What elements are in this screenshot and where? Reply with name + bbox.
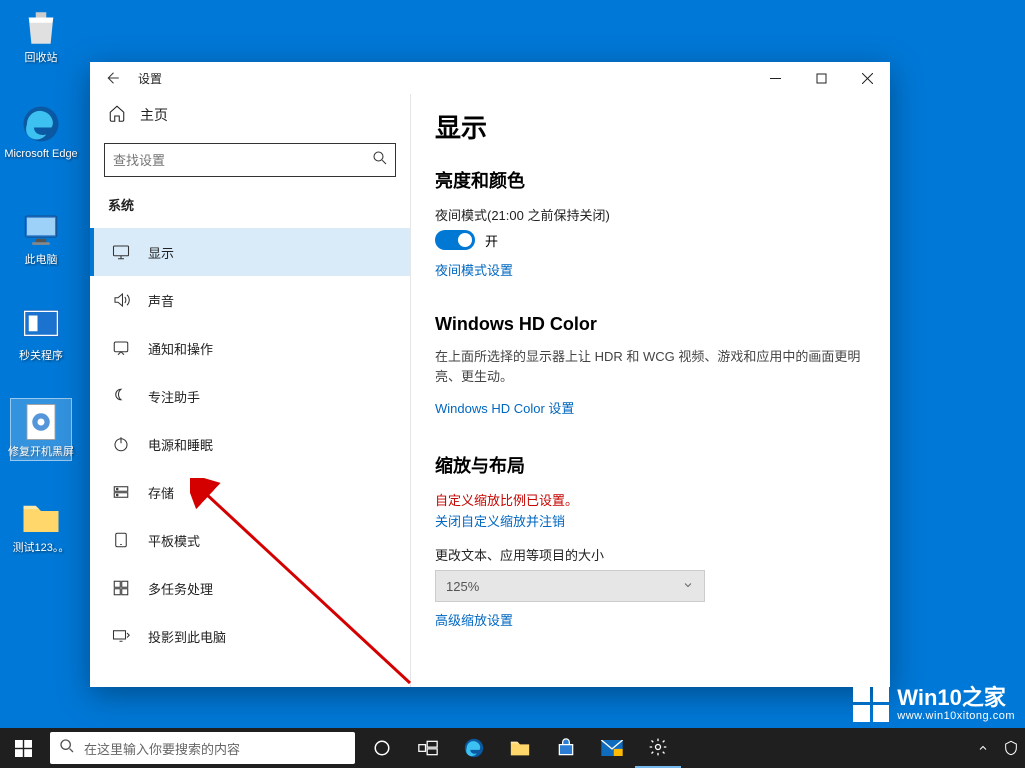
sound-icon bbox=[112, 291, 130, 309]
taskbar-search-placeholder: 在这里输入你要搜索的内容 bbox=[84, 739, 240, 758]
sidebar-item-multitask[interactable]: 多任务处理 bbox=[90, 564, 410, 612]
taskbar-explorer[interactable] bbox=[497, 728, 543, 768]
taskbar[interactable]: 在这里输入你要搜索的内容 bbox=[0, 728, 1025, 768]
display-icon bbox=[112, 243, 130, 261]
sidebar-item-notifications[interactable]: 通知和操作 bbox=[90, 324, 410, 372]
maximize-button[interactable] bbox=[798, 62, 844, 94]
sidebar-item-label: 电源和睡眠 bbox=[148, 435, 213, 454]
brightness-heading: 亮度和颜色 bbox=[435, 167, 866, 193]
desktop-icon-label: 修复开机黑屏 bbox=[2, 446, 80, 459]
sidebar-item-project[interactable]: 投影到此电脑 bbox=[90, 612, 410, 660]
chevron-down-icon bbox=[682, 579, 694, 594]
storage-icon bbox=[112, 483, 130, 501]
windows-logo-icon bbox=[853, 686, 889, 722]
watermark: Win10之家 www.win10xitong.com bbox=[853, 686, 1015, 722]
hdcolor-heading: Windows HD Color bbox=[435, 314, 866, 335]
desktop-icon-label: 回收站 bbox=[2, 52, 80, 65]
desktop-icon-testfolder[interactable]: 测试123。。 bbox=[2, 496, 80, 555]
home-label: 主页 bbox=[140, 105, 168, 125]
tray-security-icon[interactable] bbox=[997, 728, 1025, 768]
edge-icon bbox=[19, 102, 63, 146]
cortana-button[interactable] bbox=[359, 728, 405, 768]
sidebar-item-tablet[interactable]: 平板模式 bbox=[90, 516, 410, 564]
taskbar-edge[interactable] bbox=[451, 728, 497, 768]
scale-dropdown[interactable]: 125% bbox=[435, 570, 705, 602]
close-button[interactable] bbox=[844, 62, 890, 94]
project-icon bbox=[112, 627, 130, 645]
sidebar: 主页 系统 显示 声音 bbox=[90, 94, 410, 687]
search-icon bbox=[50, 738, 84, 759]
toggle-switch[interactable] bbox=[435, 230, 475, 250]
sidebar-item-sound[interactable]: 声音 bbox=[90, 276, 410, 324]
sidebar-item-label: 投影到此电脑 bbox=[148, 627, 226, 646]
this-pc-icon bbox=[19, 208, 63, 252]
scale-heading: 缩放与布局 bbox=[435, 452, 866, 478]
search-icon bbox=[365, 149, 395, 172]
home-link[interactable]: 主页 bbox=[90, 94, 410, 135]
taskbar-settings[interactable] bbox=[635, 728, 681, 768]
watermark-url: www.win10xitong.com bbox=[897, 710, 1015, 722]
taskbar-mail[interactable] bbox=[589, 728, 635, 768]
taskbar-store[interactable] bbox=[543, 728, 589, 768]
start-button[interactable] bbox=[0, 728, 46, 768]
sidebar-item-label: 平板模式 bbox=[148, 531, 200, 550]
sidebar-item-label: 声音 bbox=[148, 291, 174, 310]
page-title: 显示 bbox=[435, 108, 866, 145]
settings-search-input[interactable] bbox=[105, 153, 365, 168]
shutdown-icon bbox=[19, 304, 63, 348]
recycle-bin-icon bbox=[19, 6, 63, 50]
taskbar-search[interactable]: 在这里输入你要搜索的内容 bbox=[50, 732, 355, 764]
scale-change-label: 更改文本、应用等项目的大小 bbox=[435, 545, 866, 564]
notifications-icon bbox=[112, 339, 130, 357]
sidebar-item-label: 多任务处理 bbox=[148, 579, 213, 598]
sidebar-item-label: 通知和操作 bbox=[148, 339, 213, 358]
window-title: 设置 bbox=[138, 70, 162, 87]
settings-search[interactable] bbox=[104, 143, 396, 177]
watermark-title: Win10之家 bbox=[897, 686, 1015, 710]
titlebar[interactable]: 设置 bbox=[90, 62, 890, 94]
toggle-state: 开 bbox=[485, 231, 498, 250]
hdcolor-desc: 在上面所选择的显示器上让 HDR 和 WCG 视频、游戏和应用中的画面更明亮、更… bbox=[435, 347, 866, 386]
desktop-icon-label: Microsoft Edge bbox=[2, 148, 80, 161]
desktop-icon-shutdown[interactable]: 秒关程序 bbox=[2, 304, 80, 363]
system-tray[interactable] bbox=[969, 728, 1025, 768]
scale-value: 125% bbox=[446, 579, 479, 594]
back-button[interactable] bbox=[100, 66, 124, 90]
desktop-icon-label: 秒关程序 bbox=[2, 350, 80, 363]
taskview-button[interactable] bbox=[405, 728, 451, 768]
hdcolor-link[interactable]: Windows HD Color 设置 bbox=[435, 398, 574, 417]
desktop-icon-fixboot[interactable]: 修复开机黑屏 bbox=[2, 400, 80, 459]
advanced-scale-link[interactable]: 高级缩放设置 bbox=[435, 610, 513, 629]
settings-window: 设置 主页 系统 显 bbox=[90, 62, 890, 687]
tablet-icon bbox=[112, 531, 130, 549]
scale-warning: 自定义缩放比例已设置。 bbox=[435, 490, 866, 509]
desktop: 回收站 Microsoft Edge 此电脑 秒关程序 修复开机黑屏 测试123… bbox=[0, 0, 1025, 768]
desktop-icon-edge[interactable]: Microsoft Edge bbox=[2, 102, 80, 161]
night-light-link[interactable]: 夜间模式设置 bbox=[435, 260, 513, 279]
scale-logout-link[interactable]: 关闭自定义缩放并注销 bbox=[435, 511, 565, 530]
sidebar-item-focus[interactable]: 专注助手 bbox=[90, 372, 410, 420]
folder-icon bbox=[19, 496, 63, 540]
desktop-icon-recycle-bin[interactable]: 回收站 bbox=[2, 6, 80, 65]
content-area: 显示 亮度和颜色 夜间模式(21:00 之前保持关闭) 开 夜间模式设置 Win… bbox=[410, 94, 890, 687]
sidebar-item-display[interactable]: 显示 bbox=[90, 228, 410, 276]
power-icon bbox=[112, 435, 130, 453]
fixboot-icon bbox=[19, 400, 63, 444]
sidebar-item-label: 存储 bbox=[148, 483, 174, 502]
night-light-toggle[interactable]: 开 bbox=[435, 230, 866, 250]
sidebar-item-label: 专注助手 bbox=[148, 387, 200, 406]
desktop-icon-label: 此电脑 bbox=[2, 254, 80, 267]
focus-icon bbox=[112, 387, 130, 405]
sidebar-item-storage[interactable]: 存储 bbox=[90, 468, 410, 516]
night-light-label: 夜间模式(21:00 之前保持关闭) bbox=[435, 205, 866, 224]
sidebar-item-power[interactable]: 电源和睡眠 bbox=[90, 420, 410, 468]
desktop-icon-this-pc[interactable]: 此电脑 bbox=[2, 208, 80, 267]
minimize-button[interactable] bbox=[752, 62, 798, 94]
tray-up-icon[interactable] bbox=[969, 728, 997, 768]
category-label: 系统 bbox=[90, 195, 410, 228]
multitask-icon bbox=[112, 579, 130, 597]
desktop-icon-label: 测试123。。 bbox=[2, 542, 80, 555]
home-icon bbox=[108, 104, 126, 125]
sidebar-item-label: 显示 bbox=[148, 243, 174, 262]
